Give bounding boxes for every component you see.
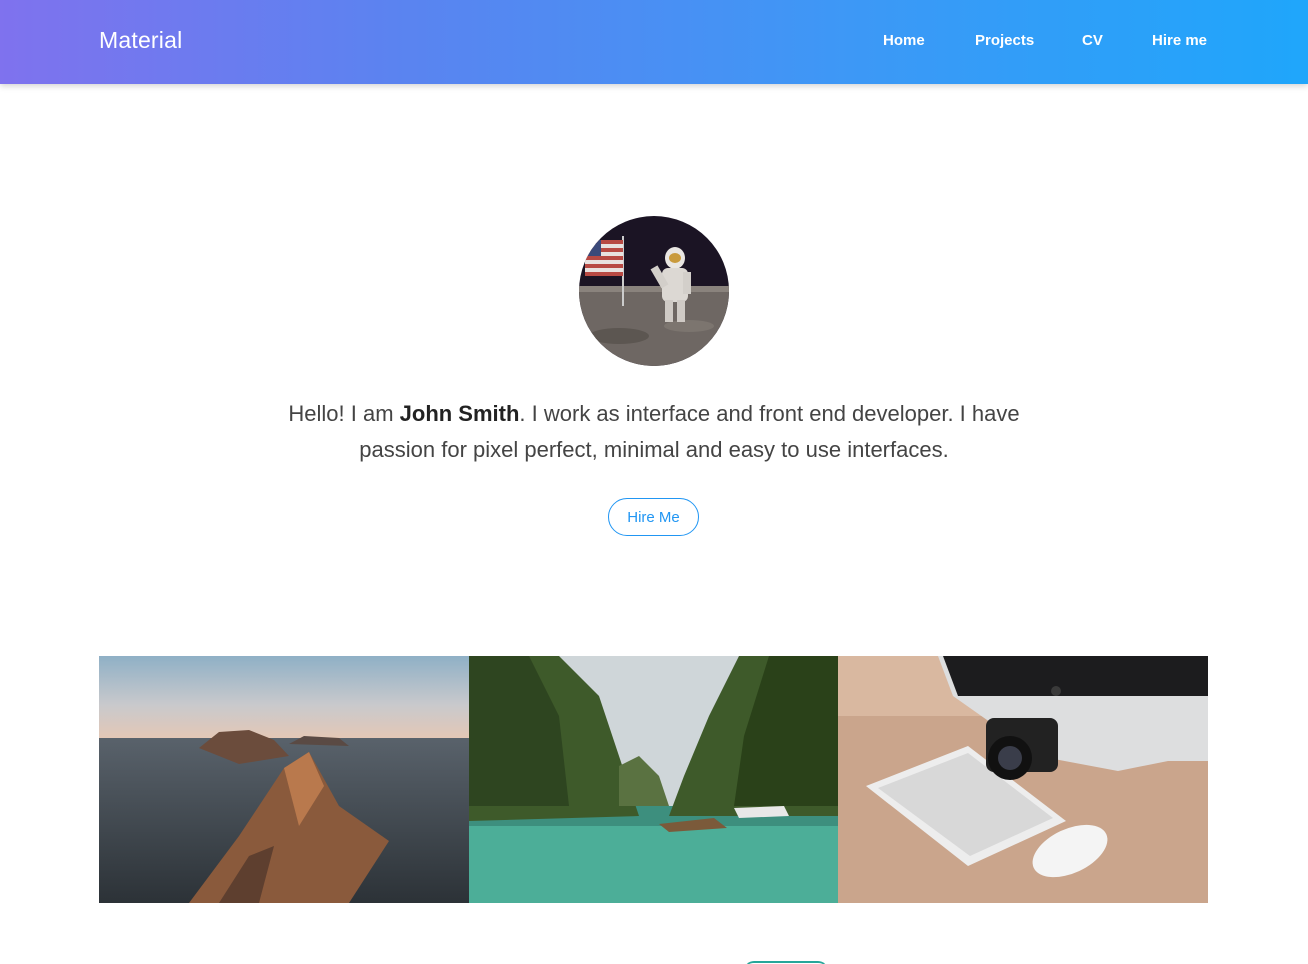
gallery-image-sea-cliffs[interactable]: [99, 656, 469, 903]
intro-greeting: Hello! I am: [288, 401, 400, 426]
intro-text: Hello! I am John Smith. I work as interf…: [254, 396, 1054, 468]
hire-me-button[interactable]: Hire Me: [608, 498, 699, 536]
profile-avatar: [579, 216, 729, 366]
intro-name: John Smith: [399, 401, 520, 426]
brand-logo[interactable]: Material: [99, 27, 182, 54]
nav-cv[interactable]: CV: [1082, 32, 1103, 49]
gallery-image-desk-setup[interactable]: [838, 656, 1209, 903]
top-navbar: Material Home Projects CV Hire me: [0, 0, 1308, 84]
nav-hire-me[interactable]: Hire me: [1152, 32, 1207, 49]
nav-projects[interactable]: Projects: [975, 32, 1034, 49]
nav-home[interactable]: Home: [883, 32, 925, 49]
gallery-image-tropical-lagoon[interactable]: [468, 656, 839, 903]
photo-gallery: [99, 656, 1209, 903]
